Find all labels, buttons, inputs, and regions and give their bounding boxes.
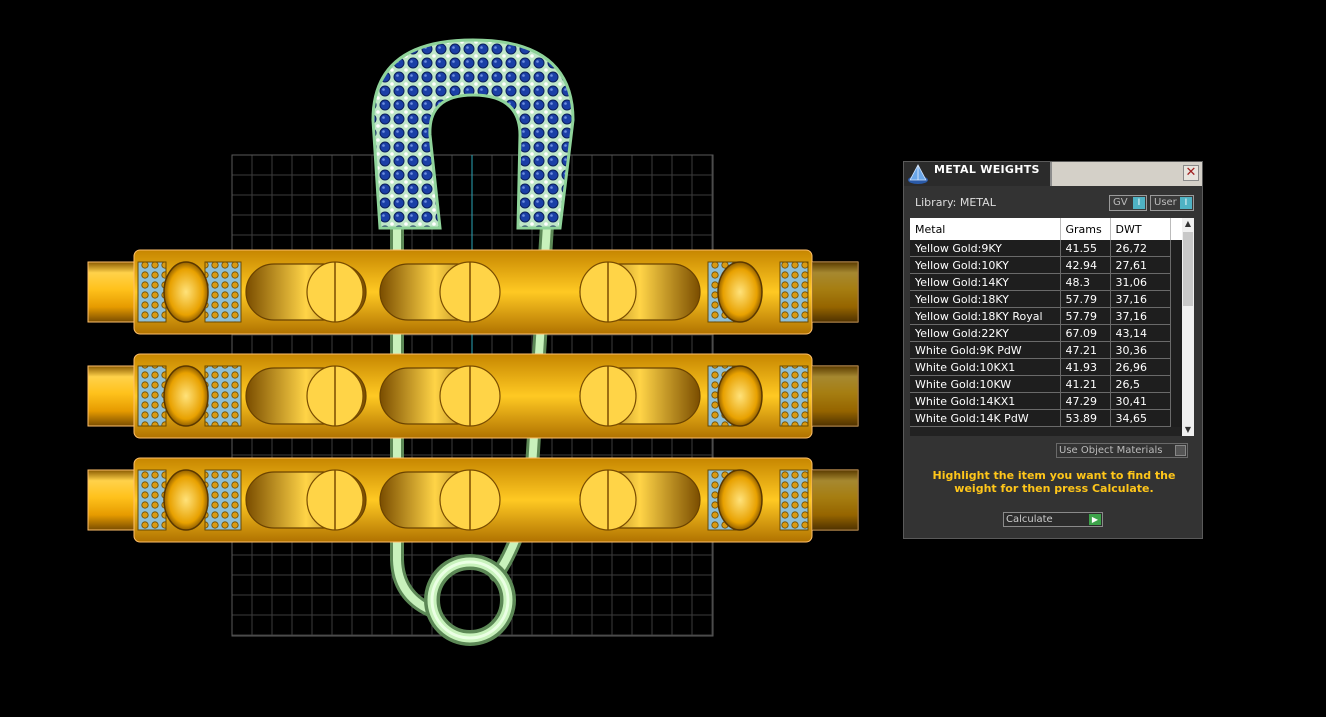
grams-cell: 41.55 bbox=[1060, 240, 1111, 257]
table-row[interactable]: Yellow Gold:18KY Royal 57.79 37,16 bbox=[910, 307, 1182, 325]
metal-name-cell: Yellow Gold:18KY bbox=[910, 290, 1061, 308]
row-spacer bbox=[1170, 409, 1182, 427]
ring-bands bbox=[87, 249, 859, 543]
grams-cell: 67.09 bbox=[1060, 324, 1111, 342]
table-row[interactable]: Yellow Gold:14KY 48.3 31,06 bbox=[910, 273, 1182, 291]
grams-cell: 41.21 bbox=[1060, 375, 1111, 393]
metal-name-cell: Yellow Gold:18KY Royal bbox=[910, 307, 1061, 325]
table-row[interactable]: Yellow Gold:22KY 67.09 43,14 bbox=[910, 324, 1182, 342]
user-toggle-label: User bbox=[1154, 197, 1177, 208]
grams-cell: 57.79 bbox=[1060, 307, 1111, 325]
cad-viewport[interactable] bbox=[0, 0, 880, 717]
column-header-dwt[interactable]: DWT bbox=[1110, 218, 1171, 240]
row-spacer bbox=[1170, 358, 1182, 376]
dwt-cell: 34,65 bbox=[1110, 409, 1171, 427]
checkbox-icon[interactable] bbox=[1175, 445, 1186, 456]
scroll-down-icon[interactable]: ▼ bbox=[1182, 424, 1194, 436]
pin-head bbox=[371, 38, 575, 230]
play-arrow-icon: ▶ bbox=[1089, 514, 1101, 525]
panel-titlebar[interactable]: METAL WEIGHTS ✕ bbox=[904, 162, 1202, 186]
metal-name-cell: White Gold:14K PdW bbox=[910, 409, 1061, 427]
metal-name-cell: White Gold:10KX1 bbox=[910, 358, 1061, 376]
metal-weights-panel: METAL WEIGHTS ✕ Library: METAL GV I User… bbox=[903, 161, 1203, 539]
dwt-cell: 26,96 bbox=[1110, 358, 1171, 376]
metal-name-cell: Yellow Gold:9KY bbox=[910, 240, 1061, 257]
calculate-button[interactable]: Calculate ▶ bbox=[1003, 512, 1103, 527]
grams-cell: 53.89 bbox=[1060, 409, 1111, 427]
table-row[interactable]: Yellow Gold:10KY 42.94 27,61 bbox=[910, 256, 1182, 274]
metal-name-cell: White Gold:9K PdW bbox=[910, 341, 1061, 359]
metal-name-cell: White Gold:10KW bbox=[910, 375, 1061, 393]
metal-name-cell: Yellow Gold:10KY bbox=[910, 256, 1061, 274]
user-toggle[interactable]: User I bbox=[1150, 195, 1194, 211]
grams-cell: 41.93 bbox=[1060, 358, 1111, 376]
dwt-cell: 27,61 bbox=[1110, 256, 1171, 274]
table-row[interactable]: White Gold:10KX1 41.93 26,96 bbox=[910, 358, 1182, 376]
table-row[interactable]: White Gold:14KX1 47.29 30,41 bbox=[910, 392, 1182, 410]
ring-band-1 bbox=[87, 249, 859, 335]
library-label: Library: METAL bbox=[915, 196, 996, 209]
row-spacer bbox=[1170, 392, 1182, 410]
column-header-grams[interactable]: Grams bbox=[1060, 218, 1111, 240]
dwt-cell: 31,06 bbox=[1110, 273, 1171, 291]
calculate-label: Calculate bbox=[1006, 514, 1053, 525]
instruction-text: Highlight the item you want to find the … bbox=[932, 469, 1176, 495]
grams-cell: 47.29 bbox=[1060, 392, 1111, 410]
grams-cell: 48.3 bbox=[1060, 273, 1111, 291]
table-row[interactable]: Yellow Gold:9KY 41.55 26,72 bbox=[910, 240, 1182, 257]
table-row[interactable]: White Gold:14K PdW 53.89 34,65 bbox=[910, 409, 1182, 427]
panel-title: METAL WEIGHTS bbox=[934, 163, 1040, 176]
row-spacer bbox=[1170, 240, 1182, 257]
gv-toggle[interactable]: GV I bbox=[1109, 195, 1147, 211]
row-spacer bbox=[1170, 290, 1182, 308]
table-header-row: Metal Grams DWT bbox=[910, 218, 1182, 240]
dwt-cell: 30,36 bbox=[1110, 341, 1171, 359]
metal-name-cell: White Gold:14KX1 bbox=[910, 392, 1061, 410]
scroll-up-icon[interactable]: ▲ bbox=[1182, 218, 1194, 230]
metal-name-cell: Yellow Gold:22KY bbox=[910, 324, 1061, 342]
dwt-cell: 30,41 bbox=[1110, 392, 1171, 410]
use-object-materials-label: Use Object Materials bbox=[1059, 445, 1163, 456]
ring-band-3 bbox=[87, 457, 859, 543]
use-object-materials-checkbox[interactable]: Use Object Materials bbox=[1056, 443, 1188, 458]
column-header-metal[interactable]: Metal bbox=[910, 218, 1061, 240]
dwt-cell: 26,72 bbox=[1110, 240, 1171, 257]
jewelry-model-render bbox=[87, 38, 859, 646]
grams-cell: 57.79 bbox=[1060, 290, 1111, 308]
grams-cell: 47.21 bbox=[1060, 341, 1111, 359]
app-logo-icon bbox=[908, 164, 928, 184]
table-row[interactable]: White Gold:9K PdW 47.21 30,36 bbox=[910, 341, 1182, 359]
gv-toggle-knob: I bbox=[1133, 197, 1145, 209]
row-spacer bbox=[1170, 341, 1182, 359]
header-spacer bbox=[1170, 218, 1182, 240]
table-scrollbar[interactable]: ▲ ▼ bbox=[1182, 218, 1194, 436]
dwt-cell: 43,14 bbox=[1110, 324, 1171, 342]
row-spacer bbox=[1170, 324, 1182, 342]
table-row[interactable]: Yellow Gold:18KY 57.79 37,16 bbox=[910, 290, 1182, 308]
dwt-cell: 26,5 bbox=[1110, 375, 1171, 393]
metal-table[interactable]: Metal Grams DWT Yellow Gold:9KY 41.55 26,7… bbox=[910, 218, 1194, 436]
close-icon[interactable]: ✕ bbox=[1183, 165, 1199, 181]
user-toggle-knob: I bbox=[1180, 197, 1192, 209]
dwt-cell: 37,16 bbox=[1110, 307, 1171, 325]
scroll-thumb[interactable] bbox=[1183, 232, 1193, 306]
metal-name-cell: Yellow Gold:14KY bbox=[910, 273, 1061, 291]
grams-cell: 42.94 bbox=[1060, 256, 1111, 274]
dwt-cell: 37,16 bbox=[1110, 290, 1171, 308]
gv-toggle-label: GV bbox=[1113, 197, 1128, 208]
panel-tab: METAL WEIGHTS bbox=[904, 162, 1052, 186]
row-spacer bbox=[1170, 307, 1182, 325]
row-spacer bbox=[1170, 375, 1182, 393]
table-row[interactable]: White Gold:10KW 41.21 26,5 bbox=[910, 375, 1182, 393]
ring-band-2 bbox=[87, 353, 859, 439]
row-spacer bbox=[1170, 273, 1182, 291]
row-spacer bbox=[1170, 256, 1182, 274]
